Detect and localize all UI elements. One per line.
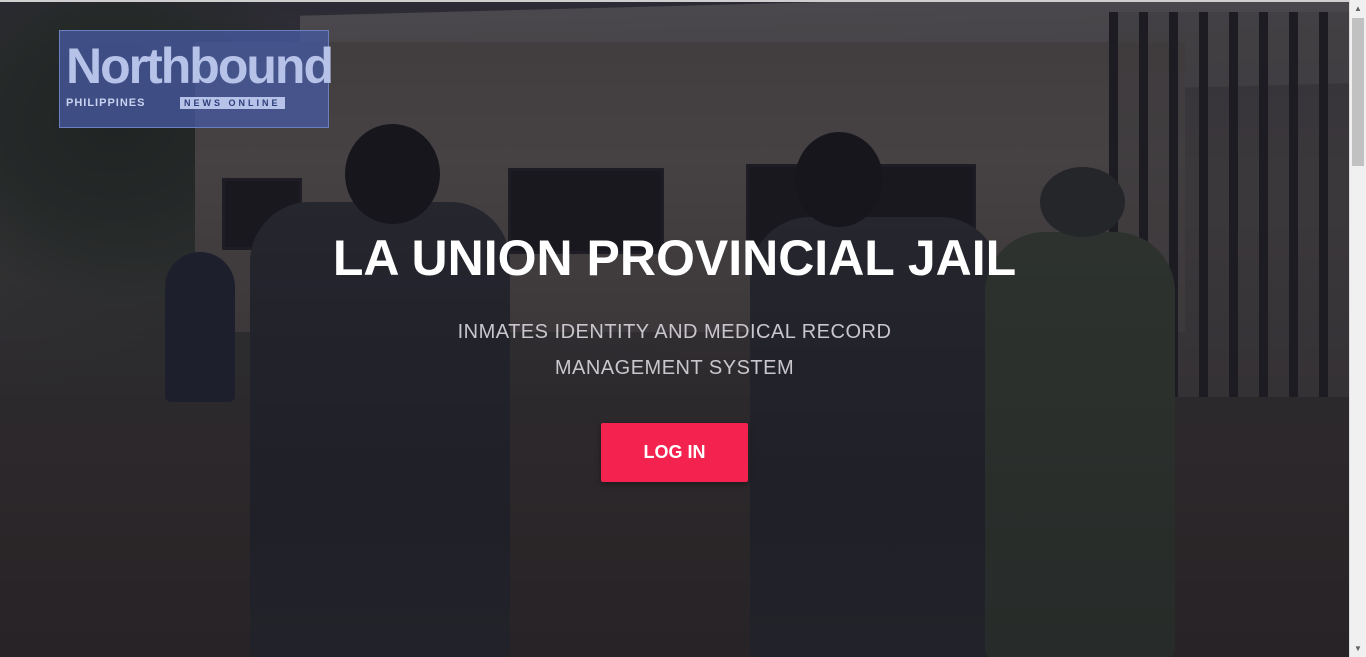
page-subtitle: INMATES IDENTITY AND MEDICAL RECORD MANA… [0,314,1349,386]
hero-section: Northbound PHILIPPINES NEWS ONLINE LA UN… [0,0,1349,657]
page-title: LA UNION PROVINCIAL JAIL [332,230,1017,286]
logo-subtitle: PHILIPPINES [66,97,146,109]
subtitle-line-1: INMATES IDENTITY AND MEDICAL RECORD [457,321,892,343]
login-button[interactable]: LOG IN [601,423,748,482]
northbound-logo: Northbound PHILIPPINES NEWS ONLINE [59,30,334,128]
subtitle-line-2: MANAGEMENT SYSTEM [554,357,795,379]
scroll-down-icon[interactable]: ▼ [1350,640,1366,657]
vertical-scrollbar[interactable]: ▲ ▼ [1349,0,1366,657]
logo-tagline: NEWS ONLINE [180,97,285,109]
logo-wordmark: Northbound [66,38,334,94]
scroll-thumb[interactable] [1352,18,1364,166]
scroll-up-icon[interactable]: ▲ [1350,0,1366,17]
